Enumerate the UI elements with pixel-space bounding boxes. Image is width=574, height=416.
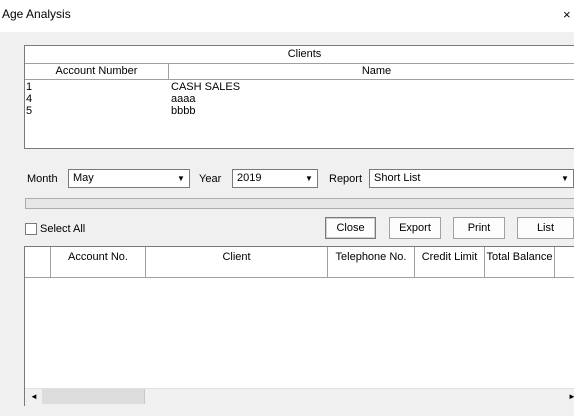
year-label: Year [199, 173, 222, 185]
close-window-icon[interactable]: × [563, 7, 571, 22]
grid-header-credit-limit[interactable]: Credit Limit [415, 247, 485, 278]
clients-caption: Clients [25, 46, 574, 64]
list-button[interactable]: List [517, 217, 574, 239]
column-header-account-number[interactable]: Account Number [25, 64, 169, 80]
month-select[interactable]: May ▼ [68, 169, 190, 188]
client-row-name[interactable]: aaaa [171, 94, 195, 105]
report-value: Short List [374, 172, 421, 184]
grid-header-account-no[interactable]: Account No. [51, 247, 146, 278]
grid-row-selector-header[interactable] [25, 247, 51, 278]
export-button[interactable]: Export [389, 217, 441, 239]
scrollbar-thumb[interactable] [42, 389, 145, 404]
close-button[interactable]: Close [325, 217, 376, 239]
client-row-name[interactable]: CASH SALES [171, 82, 240, 93]
month-label: Month [27, 173, 58, 185]
print-button[interactable]: Print [453, 217, 505, 239]
year-value: 2019 [237, 172, 262, 184]
window-title: Age Analysis [2, 7, 71, 21]
progress-bar [25, 198, 574, 209]
scroll-right-icon[interactable]: ► [564, 389, 574, 404]
select-all-checkbox[interactable] [25, 223, 37, 235]
report-select[interactable]: Short List ▼ [369, 169, 574, 188]
chevron-down-icon[interactable]: ▼ [557, 170, 573, 187]
chevron-down-icon[interactable]: ▼ [173, 170, 189, 187]
grid-header-total-balance[interactable]: Total Balance [485, 247, 555, 278]
title-bar [0, 0, 574, 32]
grid-header-extra[interactable] [555, 247, 574, 278]
client-row-name[interactable]: bbbb [171, 106, 195, 117]
month-value: May [73, 172, 94, 184]
select-all-label[interactable]: Select All [40, 222, 85, 236]
year-select[interactable]: 2019 ▼ [232, 169, 318, 188]
report-label: Report [329, 173, 363, 185]
grid-header-telephone-no[interactable]: Telephone No. [328, 247, 415, 278]
chevron-down-icon[interactable]: ▼ [301, 170, 317, 187]
client-row-account[interactable]: 4 [26, 94, 32, 105]
column-header-name[interactable]: Name [169, 64, 574, 80]
scroll-left-icon[interactable]: ◄ [26, 389, 42, 404]
client-row-account[interactable]: 1 [26, 82, 32, 93]
grid-header-client[interactable]: Client [146, 247, 328, 278]
client-row-account[interactable]: 5 [26, 106, 32, 117]
